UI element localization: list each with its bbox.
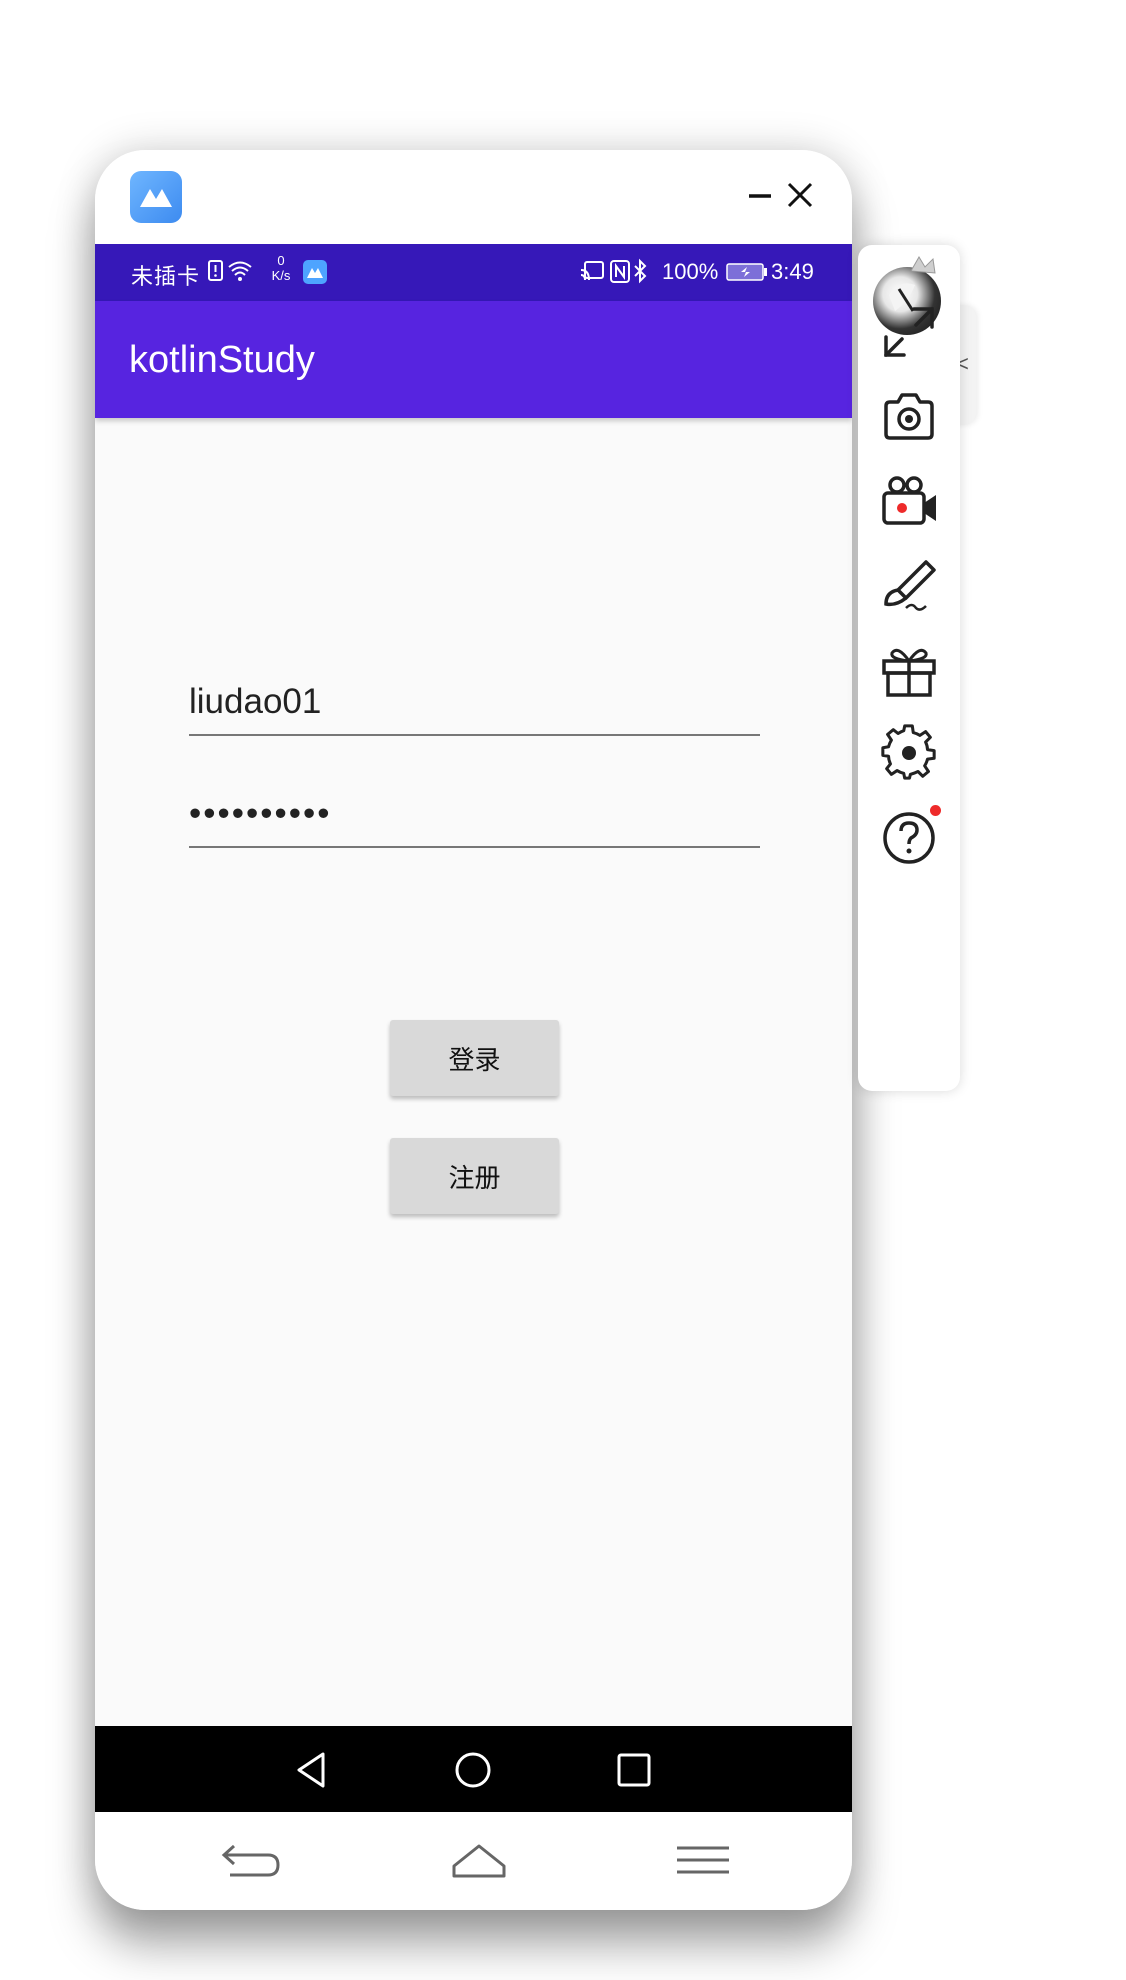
minimize-icon [749,194,771,198]
gift-button[interactable] [880,641,938,699]
nfc-icon [610,260,630,283]
brush-annotate-icon [884,560,936,611]
mirror-home-button[interactable] [451,1840,507,1885]
gift-icon [882,648,936,697]
back-triangle-icon [297,1752,325,1788]
side-toolbar [858,245,960,1091]
phone-mirror-window: 未插卡 0 K/s 100% 3:49 kotlinStudy liudao01… [95,150,852,1910]
settings-gear-icon [881,724,936,780]
android-home-button[interactable] [451,1748,495,1792]
battery-icon [726,263,767,281]
app-title: kotlinStudy [129,339,315,381]
screenshot-camera-icon [884,393,934,440]
close-button[interactable] [783,176,817,214]
fullscreen-icon [884,307,934,357]
network-speed-value: 0 [277,253,285,268]
mirror-navigation-bar [95,1812,852,1910]
minimize-button[interactable] [745,178,775,214]
network-speed-indicator: 0 K/s [266,253,296,283]
screen-record-button[interactable] [880,473,938,531]
carrier-label: 未插卡 [131,264,201,289]
register-button[interactable]: 注册 [390,1138,559,1214]
cast-nfc-bluetooth-icons [580,258,647,284]
android-recents-button[interactable] [612,1748,656,1792]
android-back-button[interactable] [290,1748,334,1792]
home-icon [452,1844,506,1878]
wifi-icon [228,261,252,276]
cast-icon [580,261,604,281]
login-button[interactable]: 登录 [390,1020,559,1096]
annotate-brush-button[interactable] [880,558,938,616]
password-input[interactable] [189,790,760,848]
window-titlebar [95,150,852,244]
username-input[interactable] [189,678,760,736]
bluetooth-icon [634,258,647,284]
screenshot-button[interactable] [880,388,938,446]
android-status-bar: 未插卡 0 K/s 100% 3:49 [95,244,852,301]
app-toolbar: kotlinStudy [95,301,852,418]
return-icon [221,1844,280,1877]
menu-icon [677,1846,729,1874]
mirror-app-logo-icon [130,171,182,223]
app-notification-icon [303,260,327,284]
screen-record-icon [882,476,936,525]
mirror-menu-button[interactable] [675,1840,731,1885]
status-clock: 3:49 [771,259,814,284]
home-circle-icon [455,1752,491,1788]
mirror-return-button[interactable] [220,1840,282,1885]
fullscreen-button[interactable] [880,303,938,361]
help-icon [883,812,935,864]
sim-wifi-status-icons [208,260,252,281]
settings-button[interactable] [880,724,938,782]
close-icon [787,182,813,208]
network-speed-unit: K/s [271,268,291,283]
android-navigation-bar [95,1726,852,1812]
help-button[interactable] [880,809,938,867]
recents-square-icon [617,1753,651,1787]
battery-percentage: 100% [662,259,719,284]
